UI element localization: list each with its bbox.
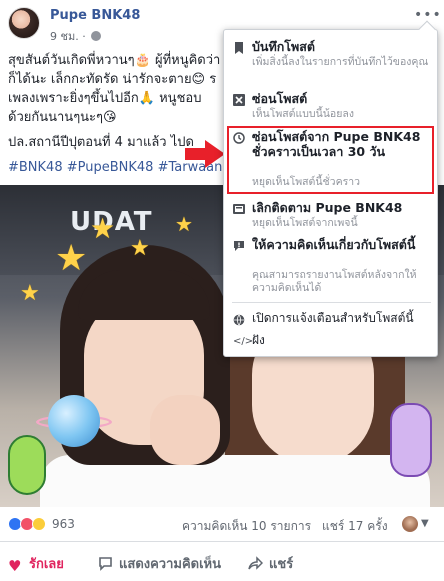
menu-item-snooze[interactable]: ซ่อนโพสต์จาก Pupe BNK48 ชั่วคราวเป็นเวลา… [224,129,439,191]
red-arrow-annotation [185,140,225,168]
star-sticker: ★ [130,236,150,261]
planet-sticker [48,395,100,447]
menu-item-subtitle: หยุดเห็นโพสต์นี้ชั่วคราว [252,176,361,188]
star-sticker: ★ [55,238,88,279]
menu-item-unfollow[interactable]: เลิกติดตาม Pupe BNK48 หยุดเห็นโพสต์จากเพ… [224,200,439,230]
menu-item-subtitle: เห็นโพสต์แบบนี้น้อยลง [252,108,354,120]
close-box-icon [233,94,245,106]
menu-item-title: เลิกติดตาม Pupe BNK48 [252,200,403,215]
heart-icon: ♥ [8,557,22,575]
post-options-menu: บันทึกโพสต์ เพิ่มสิ่งนี้ลงในรายการที่บัน… [223,20,439,357]
star-sticker: ★ [20,281,40,306]
menu-item-embed[interactable]: </> ฝัง [224,333,439,351]
action-bar: ♥ รักเลย แสดงความคิดเห็น แชร์ [0,541,444,581]
menu-item-title: บันทึกโพสต์ [252,39,315,54]
love-label: รักเลย [29,557,64,572]
menu-divider [232,302,431,303]
star-sticker: ★ [90,212,116,245]
comment-button[interactable]: แสดงความคิดเห็น [98,553,221,574]
post-meta: 9 ชม. · [50,27,102,45]
menu-item-turn-on-notifications[interactable]: เปิดการแจ้งเตือนสำหรับโพสต์นี้ [224,311,439,329]
menu-item-title: ซ่อนโพสต์ [252,91,308,106]
menu-item-subtitle: เพิ่มสิ่งนี้ลงในรายการที่บันทึกไว้ของคุณ [252,56,429,68]
comment-icon [98,556,113,571]
hand [150,395,220,465]
menu-item-title: เปิดการแจ้งเตือนสำหรับโพสต์นี้ [252,311,414,325]
menu-item-title: ซ่อนโพสต์จาก Pupe BNK48 ชั่วคราวเป็นเวลา… [252,129,421,159]
person-hair [78,270,210,320]
menu-item-hide-post[interactable]: ซ่อนโพสต์ เห็นโพสต์แบบนี้น้อยลง [224,91,439,121]
menu-item-title: ฝัง [252,333,265,347]
menu-item-subtitle: คุณสามารถรายงานโพสต์หลังจากให้ความคิดเห็… [252,269,417,294]
bookmark-icon [233,42,245,54]
comment-label: แสดงความคิดเห็น [119,557,222,572]
code-icon: </> [233,336,254,347]
facebook-post: Pupe BNK48 9 ชม. · ••• สุขสันต์วันเกิดพี… [0,0,444,581]
post-timestamp[interactable]: 9 ชม. [50,30,79,43]
share-button[interactable]: แชร์ [248,553,293,574]
chevron-down-icon[interactable]: ▼ [421,518,429,529]
viewer-avatar[interactable] [402,516,418,532]
share-label: แชร์ [269,557,294,572]
globe-icon [233,314,245,326]
love-button[interactable]: ♥ รักเลย [8,553,64,574]
haha-reaction-icon[interactable] [32,517,46,531]
unfollow-icon [233,203,245,215]
reactions-bar: 963 ความคิดเห็น 10 รายการ แชร์ 17 ครั้ง … [0,507,444,541]
share-count-link[interactable]: แชร์ 17 ครั้ง [322,517,388,536]
menu-item-give-feedback[interactable]: ให้ความคิดเห็นเกี่ยวกับโพสต์นี้ คุณสามาร… [224,237,439,295]
page-name-link[interactable]: Pupe BNK48 [50,8,140,23]
menu-item-title: ให้ความคิดเห็นเกี่ยวกับโพสต์นี้ [252,237,416,252]
star-sticker: ★ [175,212,193,236]
page-avatar[interactable] [8,7,40,39]
share-icon [248,556,264,571]
menu-item-subtitle: หยุดเห็นโพสต์จากเพจนี้ [252,217,358,229]
comment-count-link[interactable]: ความคิดเห็น 10 รายการ [182,517,311,536]
bunny-sticker [390,403,432,477]
clock-icon [233,132,245,144]
globe-icon [91,31,102,41]
reaction-count[interactable]: 963 [52,517,75,531]
alien-sticker [8,435,46,495]
feedback-icon [233,240,245,252]
menu-item-save-post[interactable]: บันทึกโพสต์ เพิ่มสิ่งนี้ลงในรายการที่บัน… [224,39,439,77]
